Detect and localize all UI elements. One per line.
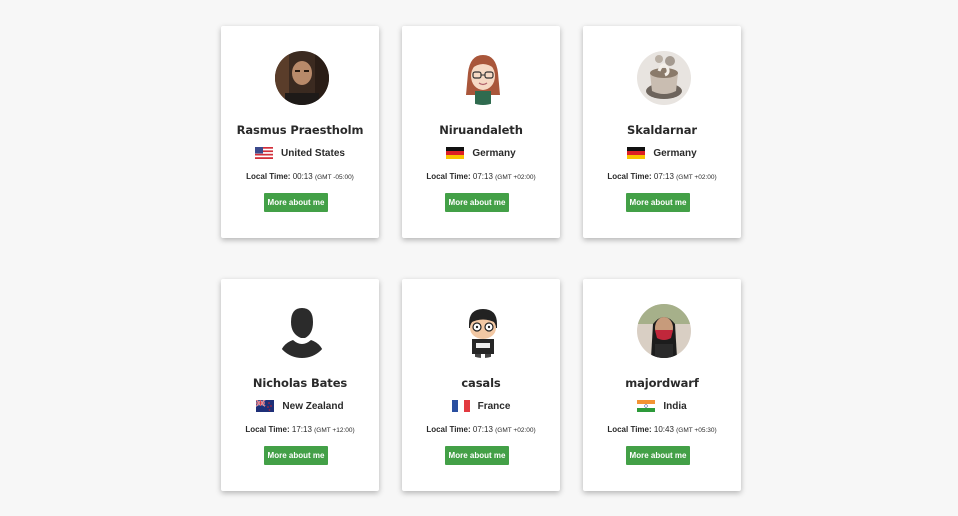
germany-flag-icon: [446, 147, 465, 159]
local-time: Local Time: 17:13 (GMT +12:00): [221, 425, 379, 434]
profile-card: Niruandaleth Germany Local Time: 07:13 (…: [402, 26, 560, 238]
local-time-value: 10:43: [653, 425, 674, 434]
new-zealand-flag-icon: [256, 400, 275, 412]
local-time-value: 07:13: [653, 172, 674, 181]
profile-card: Rasmus Praestholm United States Local Ti…: [221, 26, 379, 238]
profile-card: Skaldarnar Germany Local Time: 07:13 (GM…: [583, 26, 741, 238]
local-time-label: Local Time:: [607, 425, 652, 434]
local-time-label: Local Time:: [426, 172, 471, 181]
us-flag-icon: [255, 147, 274, 159]
local-time: Local Time: 07:13 (GMT +02:00): [402, 425, 560, 434]
more-about-me-button[interactable]: More about me: [626, 193, 690, 212]
timezone-offset: (GMT -05:00): [314, 174, 354, 181]
profile-card: Nicholas Bates New Zealand Local Time: 1…: [221, 279, 379, 491]
france-flag-icon: [451, 400, 470, 412]
timezone-offset: (GMT +02:00): [495, 174, 536, 181]
profile-country: United States: [221, 147, 379, 159]
more-about-me-button[interactable]: More about me: [264, 446, 328, 465]
local-time-label: Local Time:: [246, 172, 291, 181]
avatar: [456, 51, 510, 105]
avatar: [637, 51, 691, 105]
profile-name: Rasmus Praestholm: [236, 123, 364, 137]
country-name: United States: [281, 147, 345, 159]
avatar: [275, 304, 329, 358]
profile-name: Skaldarnar: [627, 123, 697, 137]
avatar-cartoon-icon: [456, 51, 510, 105]
country-name: India: [663, 400, 687, 412]
country-name: France: [477, 400, 511, 412]
local-time-label: Local Time:: [245, 425, 290, 434]
country-name: Germany: [472, 147, 516, 159]
profile-name: Niruandaleth: [439, 123, 523, 137]
user-silhouette-icon: [275, 304, 329, 358]
profile-name: Nicholas Bates: [252, 376, 348, 390]
germany-flag-icon: [627, 147, 646, 159]
local-time-value: 17:13: [291, 425, 312, 434]
timezone-offset: (GMT +05:30): [676, 427, 717, 434]
local-time: Local Time: 00:13 (GMT -05:00): [221, 172, 379, 181]
avatar: [456, 304, 510, 358]
country-name: New Zealand: [282, 400, 344, 412]
timezone-offset: (GMT +02:00): [676, 174, 717, 181]
profile-card: majordwarf India Local Time: 10:43 (GMT …: [583, 279, 741, 491]
avatar: [637, 304, 691, 358]
local-time: Local Time: 07:13 (GMT +02:00): [583, 172, 741, 181]
profile-name: casals: [461, 376, 501, 390]
local-time-value: 07:13: [472, 172, 493, 181]
profile-name: majordwarf: [625, 376, 699, 390]
local-time-label: Local Time:: [426, 425, 471, 434]
profile-card: casals France Local Time: 07:13 (GMT +02…: [402, 279, 560, 491]
india-flag-icon: [637, 400, 656, 412]
avatar-photo-icon: [637, 304, 691, 358]
profile-country: India: [583, 400, 741, 412]
profile-country: Germany: [583, 147, 741, 159]
local-time-value: 00:13: [292, 172, 313, 181]
timezone-offset: (GMT +12:00): [314, 427, 355, 434]
local-time-label: Local Time:: [607, 172, 652, 181]
local-time: Local Time: 10:43 (GMT +05:30): [583, 425, 741, 434]
more-about-me-button[interactable]: More about me: [445, 193, 509, 212]
avatar: [275, 51, 329, 105]
profile-country: Germany: [402, 147, 560, 159]
more-about-me-button[interactable]: More about me: [445, 446, 509, 465]
country-name: Germany: [653, 147, 697, 159]
local-time: Local Time: 07:13 (GMT +02:00): [402, 172, 560, 181]
profile-country: France: [402, 400, 560, 412]
local-time-value: 07:13: [472, 425, 493, 434]
avatar-photo-icon: [637, 51, 691, 105]
avatar-photo-icon: [275, 51, 329, 105]
more-about-me-button[interactable]: More about me: [626, 446, 690, 465]
profile-country: New Zealand: [221, 400, 379, 412]
more-about-me-button[interactable]: More about me: [264, 193, 328, 212]
avatar-cartoon-icon: [456, 304, 510, 358]
timezone-offset: (GMT +02:00): [495, 427, 536, 434]
